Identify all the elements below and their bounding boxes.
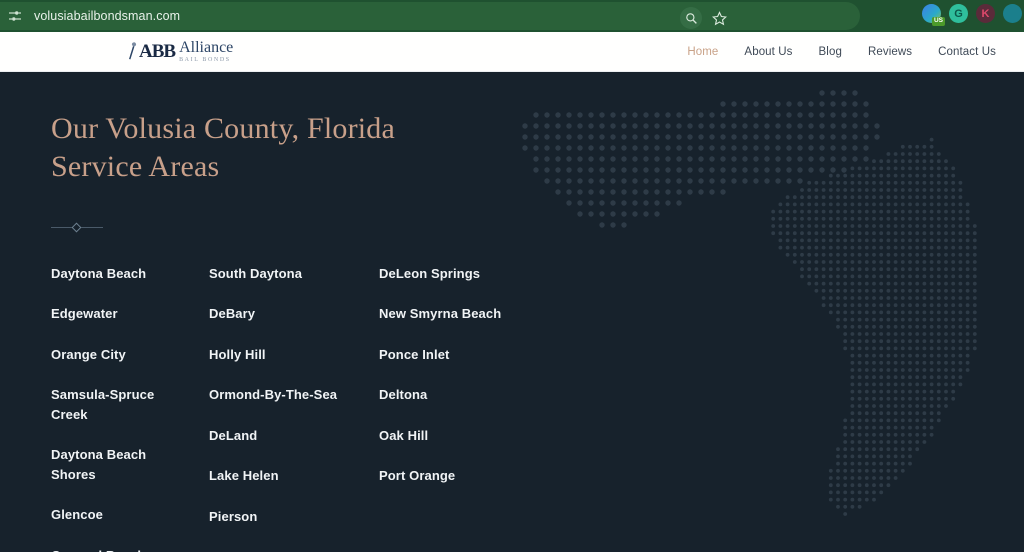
list-item[interactable]: Daytona Beach Shores [51, 445, 181, 484]
list-item[interactable]: DeBary [209, 304, 359, 324]
list-item[interactable]: Deltona [379, 385, 529, 405]
logo-monogram-text: ABB [139, 41, 176, 62]
service-areas-column-2: South Daytona DeBary Holly Hill Ormond-B… [209, 264, 379, 552]
star-icon[interactable] [708, 7, 730, 29]
list-item[interactable]: Lake Helen [209, 466, 359, 486]
vpn-extension-icon[interactable]: US [922, 4, 945, 26]
list-item[interactable]: DeLeon Springs [379, 264, 529, 284]
logo-subtitle: BAIL BONDS [179, 57, 231, 63]
logo-wordmark: Alliance BAIL BONDS [179, 39, 234, 64]
list-item[interactable]: Daytona Beach [51, 264, 181, 284]
service-areas-column-3: DeLeon Springs New Smyrna Beach Ponce In… [379, 264, 549, 552]
list-item[interactable]: Orange City [51, 345, 181, 365]
grammarly-extension-icon[interactable]: G [949, 4, 968, 23]
vpn-region-badge: US [931, 16, 945, 26]
nav-item-blog[interactable]: Blog [819, 46, 842, 58]
search-icon[interactable] [680, 7, 702, 29]
nav-item-reviews[interactable]: Reviews [868, 46, 912, 58]
list-item[interactable]: South Daytona [209, 264, 359, 284]
tune-icon[interactable] [4, 5, 26, 27]
nav-item-contact-us[interactable]: Contact Us [938, 46, 996, 58]
list-item[interactable]: Samsula-Spruce Creek [51, 385, 181, 424]
ornament-divider [51, 222, 103, 233]
hero-section: Our Volusia County, Florida Service Area… [0, 72, 1024, 552]
url-bar[interactable]: volusiabailbondsman.com [0, 2, 860, 30]
service-areas-list: Daytona Beach Edgewater Orange City Sams… [51, 264, 1024, 552]
divider-diamond-icon [71, 222, 82, 233]
main-nav: Home About Us Blog Reviews Contact Us [687, 46, 996, 58]
site-logo[interactable]: ABB Alliance BAIL BONDS [126, 40, 233, 63]
url-bar-actions [680, 7, 730, 29]
site-header: ABB Alliance BAIL BONDS Home About Us Bl… [0, 32, 1024, 72]
browser-toolbar: volusiabailbondsman.com US G K [0, 0, 1024, 32]
page-title: Our Volusia County, Florida Service Area… [51, 112, 396, 183]
nav-item-about-us[interactable]: About Us [744, 46, 792, 58]
list-item[interactable]: Ormond Beach [51, 546, 181, 552]
extension-icons: US G K [922, 4, 1024, 26]
logo-monogram-icon: ABB [126, 41, 176, 62]
list-item[interactable]: Port Orange [379, 466, 529, 486]
hero-content: Our Volusia County, Florida Service Area… [0, 72, 1024, 552]
list-item[interactable]: Oak Hill [379, 426, 529, 446]
url-text: volusiabailbondsman.com [34, 9, 181, 23]
list-item[interactable]: Glencoe [51, 505, 181, 525]
list-item[interactable]: Ponce Inlet [379, 345, 529, 365]
service-areas-column-1: Daytona Beach Edgewater Orange City Sams… [51, 264, 209, 552]
logo-name: Alliance [179, 39, 234, 56]
kindle-extension-icon[interactable]: K [976, 4, 995, 23]
list-item[interactable]: DeLand [209, 426, 359, 446]
list-item[interactable]: New Smyrna Beach [379, 304, 529, 324]
teal-extension-icon[interactable] [1003, 4, 1022, 23]
list-item[interactable]: Holly Hill [209, 345, 359, 365]
nav-item-home[interactable]: Home [687, 46, 718, 58]
list-item[interactable]: Ormond-By-The-Sea [209, 385, 359, 405]
list-item[interactable]: Edgewater [51, 304, 181, 324]
list-item[interactable]: Pierson [209, 507, 359, 527]
